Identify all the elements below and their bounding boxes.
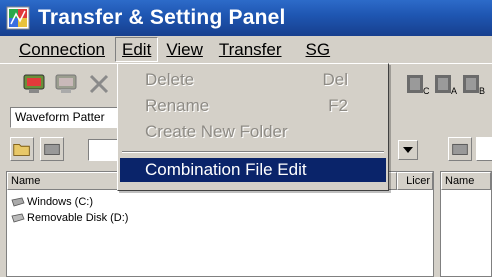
list-item[interactable]: Windows (C:)	[11, 194, 93, 209]
menu-item-rename[interactable]: Rename F2	[118, 94, 386, 118]
drive-icon[interactable]	[40, 137, 64, 161]
menu-connection-label: Connection	[19, 40, 106, 59]
title-bar: Transfer & Setting Panel	[0, 0, 492, 36]
window-title: Transfer & Setting Panel	[38, 6, 286, 29]
menu-item-label: Delete	[145, 70, 195, 89]
menu-transfer[interactable]: Transfer	[213, 37, 288, 62]
menu-sg-label: SG	[305, 40, 331, 59]
right-path-combo[interactable]	[476, 137, 492, 161]
removable-disk-icon	[11, 213, 25, 222]
menu-view[interactable]: View	[160, 37, 209, 62]
column-license[interactable]: Licer	[397, 172, 433, 190]
menu-item-label: Create New Folder	[145, 122, 288, 141]
channel-a-icon[interactable]: A	[432, 72, 458, 96]
delete-icon[interactable]	[86, 72, 112, 96]
menu-separator	[122, 151, 384, 153]
menu-item-label: Rename	[145, 96, 210, 115]
menu-edit[interactable]: Edit	[115, 37, 159, 62]
open-folder-icon[interactable]	[10, 137, 34, 161]
channel-b-icon[interactable]: B	[460, 72, 486, 96]
menu-transfer-label: Transfer	[218, 40, 282, 59]
menu-item-label: Combination File Edit	[145, 160, 307, 179]
menu-item-combination-file-edit[interactable]: Combination File Edit	[120, 158, 386, 182]
drive-label: Removable Disk (D:)	[27, 211, 129, 224]
menu-view-label: View	[166, 40, 203, 59]
drive-label: Windows (C:)	[27, 195, 94, 208]
menu-item-shortcut: F2	[328, 96, 348, 115]
remote-file-list[interactable]: Name	[440, 171, 492, 277]
menu-connection[interactable]: Connection	[10, 37, 111, 62]
menu-item-shortcut: Del	[322, 70, 348, 89]
menu-edit-label: Edit	[122, 40, 152, 59]
svg-text:C: C	[423, 86, 430, 96]
list-item[interactable]: Removable Disk (D:)	[11, 210, 128, 225]
waveform-pattern-field[interactable]: Waveform Patter	[10, 107, 122, 128]
menu-item-delete[interactable]: Delete Del	[118, 68, 386, 92]
svg-text:B: B	[479, 86, 485, 96]
combo-dropdown-button[interactable]	[398, 140, 418, 160]
menu-sg[interactable]: SG	[300, 37, 337, 62]
app-icon	[6, 6, 30, 30]
disconnect-icon[interactable]	[54, 72, 80, 96]
right-drive-icon[interactable]	[448, 137, 472, 161]
column-name-right[interactable]: Name	[441, 172, 491, 190]
menu-bar: Connection Edit View Transfer SG	[0, 36, 492, 63]
svg-text:A: A	[451, 86, 457, 96]
menu-item-create-new-folder[interactable]: Create New Folder	[118, 120, 386, 144]
hard-drive-icon	[11, 197, 25, 206]
connect-icon[interactable]	[22, 72, 48, 96]
chevron-down-icon	[403, 147, 413, 153]
edit-dropdown-menu: Delete Del Rename F2 Create New Folder C…	[117, 63, 389, 191]
channel-c-icon[interactable]: C	[404, 72, 430, 96]
